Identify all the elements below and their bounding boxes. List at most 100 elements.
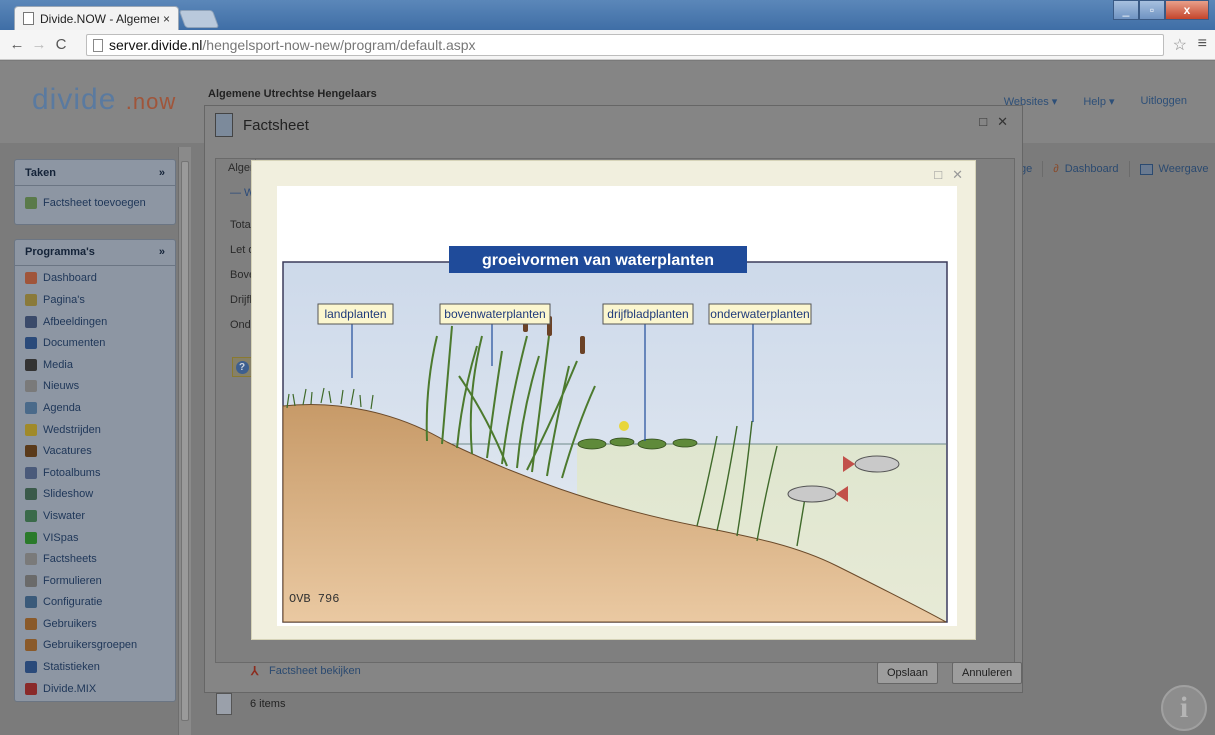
menu-item-icon bbox=[25, 337, 37, 350]
lightbox-controls: □ ✕ bbox=[934, 167, 963, 183]
sidebar-item-label: Documenten bbox=[43, 337, 106, 350]
sidebar-item-label: VISpas bbox=[43, 531, 79, 544]
reload-icon[interactable]: C bbox=[50, 36, 72, 53]
menu-item-icon bbox=[25, 639, 37, 652]
sidebar-item-slideshow[interactable]: Slideshow bbox=[15, 484, 175, 506]
address-bar[interactable]: server.divide.nl/hengelsport-now-new/pro… bbox=[86, 34, 1164, 56]
sidebar-item-agenda[interactable]: Agenda bbox=[15, 397, 175, 419]
forward-icon[interactable]: → bbox=[28, 36, 50, 53]
sidebar-item-gebruikersgroepen[interactable]: Gebruikersgroepen bbox=[15, 635, 175, 657]
label-bovenwaterplanten: bovenwaterplanten bbox=[444, 307, 545, 321]
menu-item-icon bbox=[25, 596, 37, 609]
new-tab-button[interactable] bbox=[178, 10, 220, 28]
logo-suffix: now bbox=[132, 89, 177, 114]
sidebar-item-label: Statistieken bbox=[43, 661, 100, 674]
sidebar-item-fotoalbums[interactable]: Fotoalbums bbox=[15, 462, 175, 484]
save-button[interactable]: Opslaan bbox=[877, 662, 938, 684]
sidebar-item-vispas[interactable]: VISpas bbox=[15, 527, 175, 549]
label-landplanten: landplanten bbox=[324, 307, 386, 321]
maximize-button[interactable]: ▫ bbox=[1139, 0, 1165, 20]
menu-item-icon bbox=[25, 682, 37, 695]
tab-title: Divide.NOW - Algemene bbox=[40, 11, 159, 26]
water-lily-flower bbox=[619, 421, 629, 431]
image-lightbox: □ ✕ groeivormen van waterplanten landpla… bbox=[251, 160, 976, 640]
programs-panel-header[interactable]: Programma's » bbox=[15, 240, 175, 266]
sidebar-item-label: Pagina's bbox=[43, 293, 85, 306]
close-window-button[interactable]: x bbox=[1165, 0, 1209, 20]
browser-menu-icon[interactable]: ≡ bbox=[1198, 35, 1207, 53]
sidebar-item-label: Viswater bbox=[43, 509, 85, 522]
dashboard-icon: ∂ bbox=[1053, 163, 1059, 175]
label-onderwaterplanten: onderwaterplanten bbox=[710, 307, 809, 321]
waterplants-illustration: groeivormen van waterplanten landplanten… bbox=[277, 186, 957, 626]
view-factsheet-link[interactable]: ⅄ Factsheet bekijken bbox=[251, 665, 361, 677]
sidebar-item-label: Slideshow bbox=[43, 488, 94, 501]
close-icon[interactable]: ✕ bbox=[997, 114, 1008, 130]
sidebar-item-gebruikers[interactable]: Gebruikers bbox=[15, 613, 175, 635]
back-icon[interactable]: ← bbox=[6, 36, 28, 53]
help-button[interactable]: ? bbox=[232, 357, 252, 377]
menu-item-icon bbox=[25, 531, 37, 544]
sidebar-item-label: Agenda bbox=[43, 401, 81, 414]
sidebar-item-viswater[interactable]: Viswater bbox=[15, 505, 175, 527]
tasks-title: Taken bbox=[25, 166, 56, 179]
sidebar-item-label: Divide.MIX bbox=[43, 682, 97, 695]
sidebar: Taken » Factsheet toevoegen Programma's … bbox=[14, 159, 176, 729]
dialog-footer: ⅄ Factsheet bekijken Opslaan Annuleren bbox=[205, 656, 1023, 692]
cancel-button[interactable]: Annuleren bbox=[952, 662, 1023, 684]
sidebar-item-vacatures[interactable]: Vacatures bbox=[15, 440, 175, 462]
sidebar-item-documenten[interactable]: Documenten bbox=[15, 332, 175, 354]
sidebar-item-label: Factsheets bbox=[43, 553, 97, 566]
tasks-panel-header[interactable]: Taken » bbox=[15, 160, 175, 186]
minimize-button[interactable]: _ bbox=[1113, 0, 1139, 20]
sidebar-item-media[interactable]: Media bbox=[15, 354, 175, 376]
sidebar-item-factsheets[interactable]: Factsheets bbox=[15, 548, 175, 570]
tab-close-icon[interactable]: × bbox=[163, 12, 170, 26]
close-icon[interactable]: ✕ bbox=[952, 167, 963, 183]
sidebar-item-dashboard[interactable]: Dashboard bbox=[15, 268, 175, 290]
tab-algemeen[interactable]: Alger bbox=[216, 159, 256, 177]
menu-item-icon bbox=[25, 315, 37, 328]
browser-tab[interactable]: Divide.NOW - Algemene × bbox=[14, 6, 179, 30]
illustration-signature: OVB 796 bbox=[289, 592, 339, 606]
menu-item-icon bbox=[25, 466, 37, 479]
menu-item-icon bbox=[25, 293, 37, 306]
menu-item-icon bbox=[25, 423, 37, 436]
list-footer: 6 items bbox=[216, 693, 285, 715]
menu-item-icon bbox=[25, 509, 37, 522]
collapse-icon[interactable]: » bbox=[159, 167, 165, 179]
sidebar-item-afbeeldingen[interactable]: Afbeeldingen bbox=[15, 311, 175, 333]
add-document-icon bbox=[25, 196, 37, 209]
sidebar-item-pagina-s[interactable]: Pagina's bbox=[15, 289, 175, 311]
sidebar-item-label: Dashboard bbox=[43, 272, 97, 285]
info-icon[interactable]: i bbox=[1161, 685, 1207, 731]
collapse-icon[interactable]: » bbox=[159, 246, 165, 258]
sidebar-scrollbar[interactable] bbox=[178, 147, 191, 735]
sidebar-item-statistieken[interactable]: Statistieken bbox=[15, 656, 175, 678]
sidebar-item-nieuws[interactable]: Nieuws bbox=[15, 376, 175, 398]
dashboard-link[interactable]: Dashboard bbox=[1065, 163, 1119, 175]
sidebar-item-wedstrijden[interactable]: Wedstrijden bbox=[15, 419, 175, 441]
help-menu[interactable]: Help ▾ bbox=[1083, 95, 1114, 108]
dialog-header: Factsheet bbox=[205, 106, 1022, 144]
browser-titlebar: Divide.NOW - Algemene × _ ▫ x bbox=[0, 0, 1215, 30]
view-factsheet-label: Factsheet bekijken bbox=[269, 665, 361, 677]
programs-title: Programma's bbox=[25, 246, 95, 259]
logo-main: divide bbox=[32, 83, 117, 116]
bookmark-star-icon[interactable]: ☆ bbox=[1173, 35, 1187, 55]
sidebar-item-factsheet-toevoegen[interactable]: Factsheet toevoegen bbox=[15, 192, 175, 214]
maximize-icon[interactable]: □ bbox=[934, 167, 942, 183]
sidebar-item-label: Vacatures bbox=[43, 445, 92, 458]
weergave-link[interactable]: Weergave bbox=[1159, 163, 1209, 175]
sidebar-item-divide-mix[interactable]: Divide.MIX bbox=[15, 678, 175, 700]
scrollbar-thumb[interactable] bbox=[181, 161, 189, 721]
help-icon: ? bbox=[235, 360, 249, 374]
logout-link[interactable]: Uitloggen bbox=[1141, 95, 1187, 108]
maximize-icon[interactable]: □ bbox=[979, 114, 987, 130]
pdf-icon: ⅄ bbox=[251, 664, 259, 678]
menu-item-icon bbox=[25, 617, 37, 630]
logo-dot: . bbox=[125, 89, 133, 114]
tasks-panel: Taken » Factsheet toevoegen bbox=[14, 159, 176, 225]
sidebar-item-formulieren[interactable]: Formulieren bbox=[15, 570, 175, 592]
sidebar-item-configuratie[interactable]: Configuratie bbox=[15, 592, 175, 614]
